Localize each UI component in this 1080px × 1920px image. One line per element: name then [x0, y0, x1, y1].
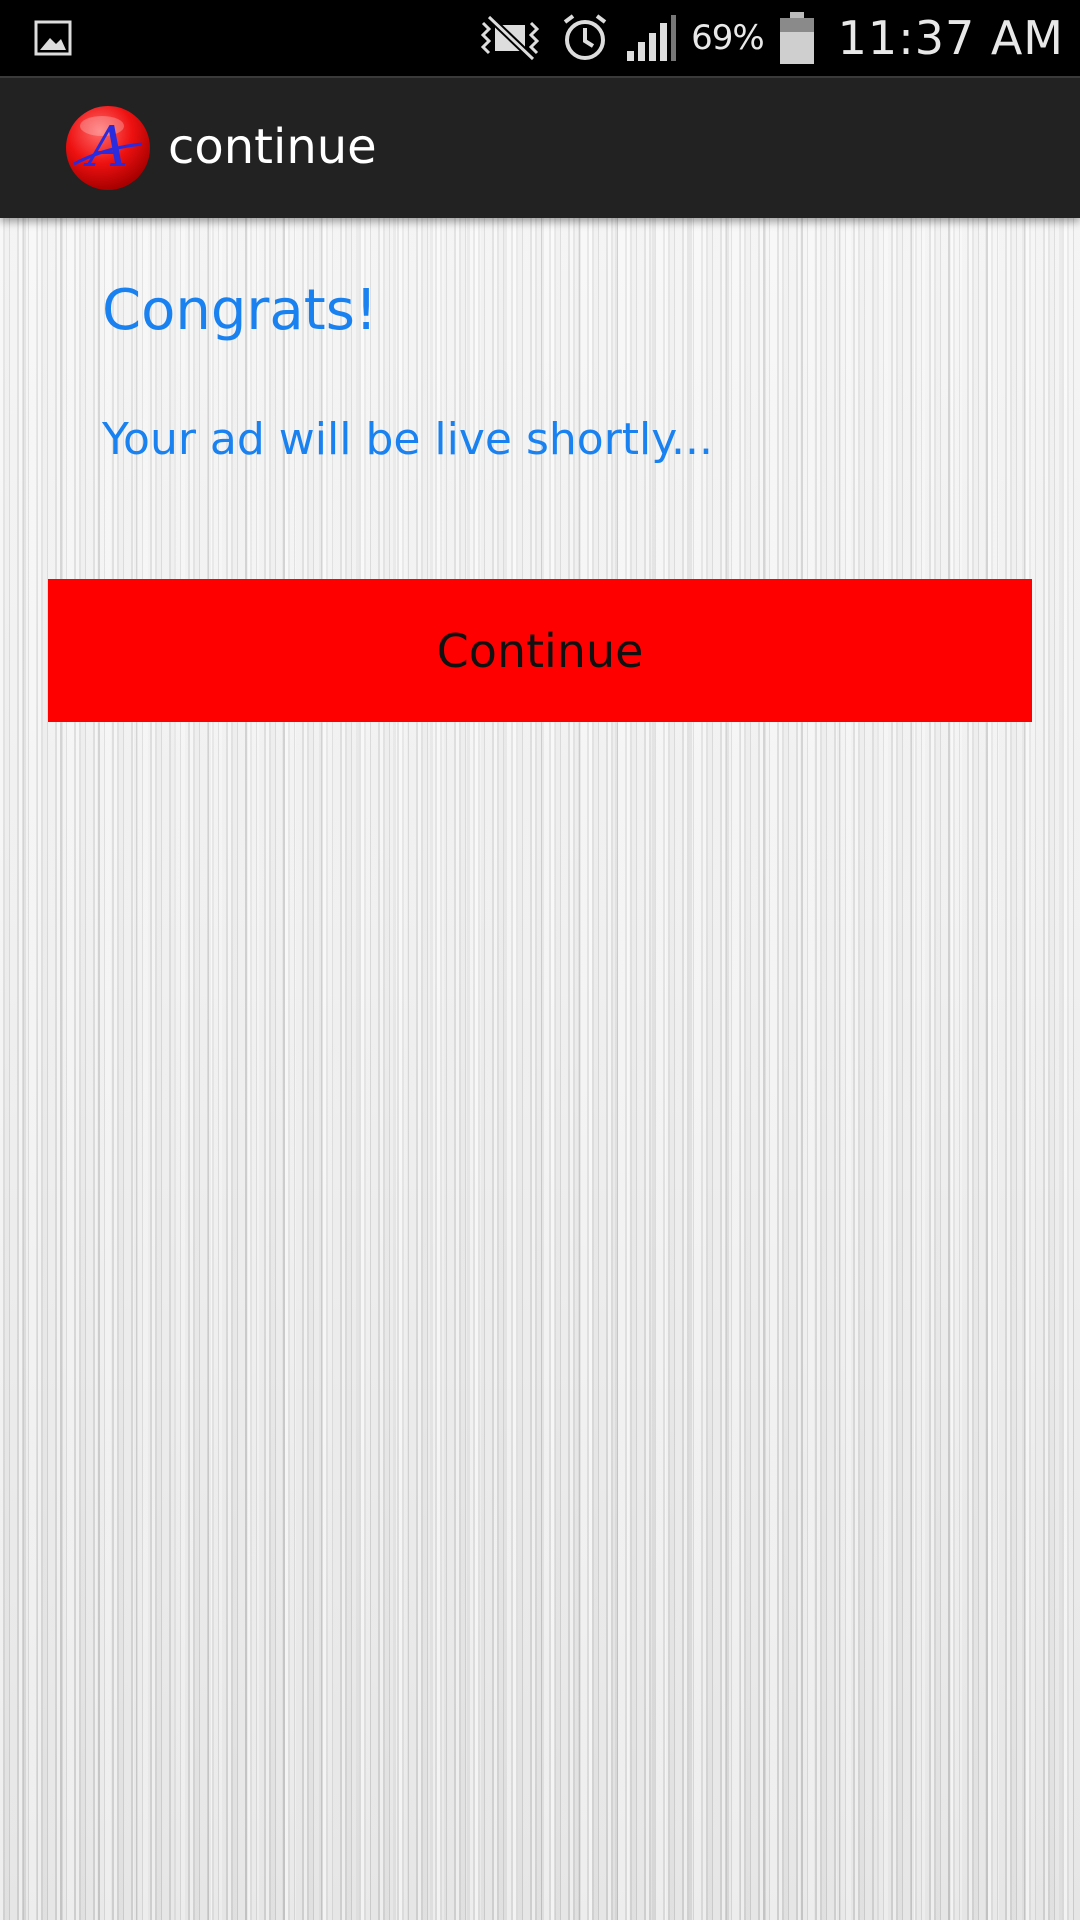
page-heading: Congrats! [102, 278, 378, 343]
battery-icon [779, 12, 814, 64]
action-bar-title: continue [168, 119, 377, 175]
status-bar: 69% 11:37 AM [0, 0, 1080, 76]
gallery-icon [34, 20, 72, 56]
signal-icon [627, 15, 677, 61]
clock: 11:37 AM [837, 11, 1064, 65]
app-logo-icon[interactable]: A [64, 104, 152, 192]
main-content: Congrats! Your ad will be live shortly..… [0, 218, 1080, 1920]
action-bar: A continue [0, 76, 1080, 218]
continue-button[interactable]: Continue [48, 579, 1032, 722]
status-icons: 69% 11:37 AM [475, 0, 1064, 76]
battery-percent: 69% [691, 18, 765, 58]
alarm-icon [563, 14, 607, 60]
mute-icon [480, 14, 540, 62]
status-message: Your ad will be live shortly... [102, 414, 713, 465]
